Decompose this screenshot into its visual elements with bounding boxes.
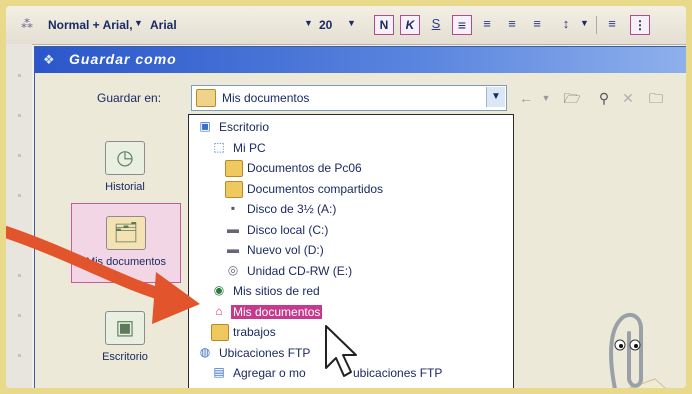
save-in-value: Mis documentos [222, 91, 310, 105]
network-icon: ◉ [213, 283, 225, 297]
my-documents-icon: ⌂ [215, 303, 223, 318]
location-label: Unidad CD-RW (E:) [247, 263, 353, 278]
mouse-cursor-icon [325, 325, 357, 377]
location-item[interactable]: ▬ Disco local (C:) [189, 220, 513, 240]
bullets-icon[interactable]: ⋮ [630, 15, 650, 35]
style-selector[interactable]: Normal + Arial, [48, 18, 133, 32]
location-label: Mis documentos [231, 304, 323, 319]
delete-icon[interactable]: ✕ [619, 89, 637, 107]
paperclip-body [609, 312, 643, 388]
margin-mark [18, 114, 21, 117]
toolbar-separator [596, 16, 597, 34]
location-label: Mi PC [233, 140, 266, 155]
chevron-down-icon[interactable]: ▼ [537, 89, 555, 107]
up-folder-icon[interactable]: 🗁 [563, 89, 581, 107]
history-icon: ◷ [105, 141, 145, 175]
italic-button[interactable]: K [400, 15, 420, 35]
location-item[interactable]: ◎ Unidad CD-RW (E:) [189, 261, 513, 281]
location-item[interactable]: ⌂ Mis documentos [189, 302, 513, 322]
my-documents-icon [196, 89, 216, 107]
location-label: Disco local (C:) [247, 222, 329, 237]
location-label: Mis sitios de red [233, 284, 320, 298]
location-item[interactable]: ▣ Escritorio [189, 117, 513, 137]
bold-button[interactable]: N [374, 15, 394, 35]
location-label: trabajos [233, 325, 276, 339]
back-icon[interactable]: ← [517, 89, 535, 107]
document-margin [6, 44, 32, 388]
new-folder-icon[interactable]: 🗀 [647, 89, 665, 107]
places-bar: ◷ Historial 🗂 Mis documentos ▣ Escritori… [71, 121, 181, 388]
hard-drive-icon: ▬ [227, 242, 239, 256]
place-history[interactable]: ◷ Historial [71, 141, 179, 193]
justify-icon[interactable]: ≡ [529, 16, 545, 32]
place-label: Mis documentos [85, 256, 167, 268]
dialog-icon: ❖ [43, 52, 55, 67]
margin-mark [18, 354, 21, 357]
location-label: Documentos de Pc06 [247, 161, 362, 175]
chevron-down-icon[interactable]: ▼ [134, 18, 143, 28]
font-selector[interactable]: Arial [150, 18, 177, 32]
align-right-icon[interactable]: ≡ [504, 16, 520, 32]
place-label: Escritorio [102, 351, 148, 363]
font-size-selector[interactable]: 20 [319, 18, 332, 32]
my-documents-icon: 🗂 [106, 216, 146, 250]
location-item[interactable]: ▪ Disco de 3½ (A:) [189, 199, 513, 219]
line-spacing-icon[interactable]: ↕ [558, 16, 574, 32]
desktop-icon: ▣ [199, 119, 211, 133]
location-label: Escritorio [219, 120, 270, 134]
screenshot-frame: ⁂ Normal + Arial, ▼ Arial ▼ 20 ▼ N K S ≡… [6, 6, 686, 388]
location-item[interactable]: ◉ Mis sitios de red [189, 281, 513, 301]
chevron-down-icon[interactable]: ▼ [304, 18, 313, 28]
place-desktop[interactable]: ▣ Escritorio [71, 311, 179, 363]
save-in-dropdown[interactable]: Mis documentos ▼ [191, 85, 507, 111]
margin-mark [18, 274, 21, 277]
place-my-documents[interactable]: 🗂 Mis documentos [71, 203, 181, 283]
folder-icon [225, 180, 243, 198]
formatting-toolbar: ⁂ Normal + Arial, ▼ Arial ▼ 20 ▼ N K S ≡… [6, 6, 686, 45]
location-label: Documentos compartidos [247, 181, 384, 196]
location-label: Nuevo vol (D:) [247, 243, 324, 257]
margin-mark [18, 154, 21, 157]
location-item[interactable]: ▬ Nuevo vol (D:) [189, 240, 513, 260]
location-label-suffix: ubicaciones FTP [353, 366, 443, 380]
floppy-icon: ▪ [230, 201, 236, 215]
folder-icon [225, 160, 243, 177]
margin-mark [18, 74, 21, 77]
align-center-icon[interactable]: ≡ [479, 16, 495, 32]
location-item[interactable]: Documentos compartidos [189, 179, 513, 199]
place-label: Historial [105, 181, 145, 193]
margin-mark [18, 314, 21, 317]
ftp-icon: ◍ [199, 344, 211, 359]
location-item[interactable]: Documentos de Pc06 [189, 158, 513, 178]
chevron-down-icon[interactable]: ▼ [580, 18, 589, 28]
chevron-down-icon[interactable]: ▼ [486, 87, 505, 107]
margin-mark [18, 194, 21, 197]
underline-button[interactable]: S [428, 16, 444, 32]
dialog-title-bar[interactable]: ❖ Guardar como [35, 47, 686, 73]
align-left-icon[interactable]: ≡ [452, 15, 472, 35]
cd-drive-icon: ◎ [227, 262, 239, 277]
styles-icon[interactable]: ⁂ [20, 17, 34, 31]
save-in-label: Guardar en: [97, 91, 162, 105]
hard-drive-icon: ▬ [227, 221, 239, 236]
chevron-down-icon[interactable]: ▼ [347, 18, 356, 28]
dialog-title: Guardar como [69, 51, 177, 67]
desktop-icon: ▣ [105, 311, 145, 345]
ftp-add-icon: ▤ [213, 365, 225, 379]
location-label: Ubicaciones FTP [219, 345, 311, 360]
location-label: Agregar o mo [233, 366, 306, 380]
search-web-icon[interactable]: ⚲ [595, 89, 613, 107]
office-assistant[interactable] [595, 309, 675, 388]
folder-icon [211, 324, 229, 341]
margin-mark [18, 234, 21, 237]
location-label: Disco de 3½ (A:) [247, 202, 337, 216]
numbering-icon[interactable]: ≡ [604, 16, 620, 32]
location-item[interactable]: ⬚ Mi PC [189, 138, 513, 158]
computer-icon: ⬚ [213, 139, 225, 154]
